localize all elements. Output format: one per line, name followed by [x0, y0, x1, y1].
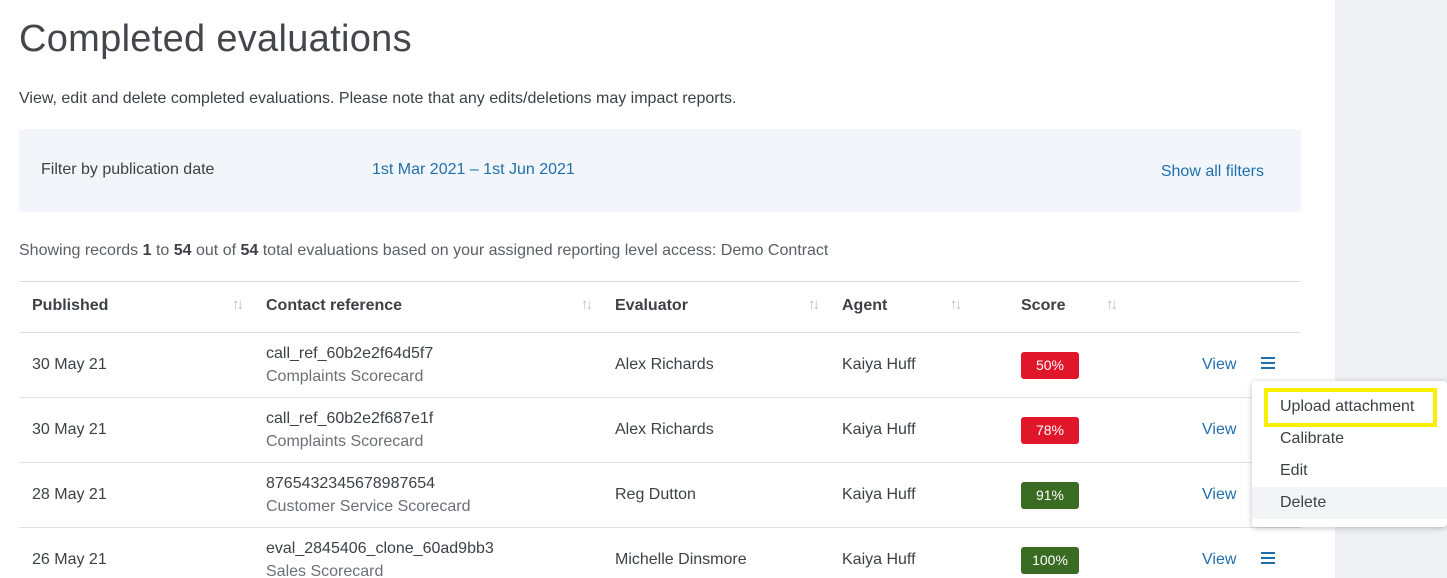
evaluator-name: Alex Richards — [615, 421, 714, 438]
menu-item-upload-attachment[interactable]: Upload attachment — [1252, 391, 1447, 423]
date-range-link[interactable]: 1st Mar 2021 – 1st Jun 2021 — [372, 161, 575, 179]
published-date: 30 May 21 — [32, 356, 107, 373]
sort-contact-reference-icon[interactable]: ↑↓ — [581, 296, 593, 313]
contact-reference: eval_2845406_clone_60ad9bb3 — [266, 540, 494, 557]
agent-name: Kaiya Huff — [842, 421, 916, 438]
page-title: Completed evaluations — [19, 18, 412, 60]
table-row: 30 May 21 call_ref_60b2e2f687e1f Complai… — [19, 398, 1301, 463]
scorecard-name: Customer Service Scorecard — [266, 498, 471, 515]
show-all-filters-link[interactable]: Show all filters — [1161, 163, 1264, 181]
score-badge: 50% — [1021, 352, 1079, 379]
menu-item-delete[interactable]: Delete — [1252, 487, 1447, 519]
column-evaluator[interactable]: Evaluator — [615, 297, 688, 315]
evaluator-name: Michelle Dinsmore — [615, 551, 747, 568]
agent-name: Kaiya Huff — [842, 551, 916, 568]
records-out-of-word: out of — [191, 242, 241, 259]
score-badge: 100% — [1021, 547, 1079, 574]
table-row: 30 May 21 call_ref_60b2e2f64d5f7 Complai… — [19, 333, 1301, 398]
column-agent[interactable]: Agent — [842, 297, 887, 315]
view-link[interactable]: View — [1202, 421, 1236, 439]
published-date: 28 May 21 — [32, 486, 107, 503]
scorecard-name: Complaints Scorecard — [266, 368, 424, 385]
records-from: 1 — [142, 242, 152, 259]
evaluator-name: Alex Richards — [615, 356, 714, 373]
sort-published-icon[interactable]: ↑↓ — [232, 296, 244, 313]
records-total: 54 — [240, 242, 259, 259]
sort-agent-icon[interactable]: ↑↓ — [950, 296, 962, 313]
menu-item-edit[interactable]: Edit — [1252, 455, 1447, 487]
view-link[interactable]: View — [1202, 356, 1236, 374]
scorecard-name: Sales Scorecard — [266, 563, 384, 578]
agent-name: Kaiya Huff — [842, 486, 916, 503]
records-to-word: to — [151, 242, 174, 259]
contact-reference: call_ref_60b2e2f687e1f — [266, 410, 434, 427]
filter-label: Filter by publication date — [41, 161, 215, 178]
records-prefix: Showing records — [19, 242, 143, 259]
published-date: 26 May 21 — [32, 551, 107, 568]
table-header: Published ↑↓ Contact reference ↑↓ Evalua… — [19, 281, 1301, 333]
view-link[interactable]: View — [1202, 486, 1236, 504]
filter-bar: Filter by publication date 1st Mar 2021 … — [19, 129, 1301, 212]
column-published[interactable]: Published — [32, 297, 108, 315]
records-suffix: total evaluations based on your assigned… — [258, 242, 829, 259]
score-badge: 91% — [1021, 482, 1079, 509]
records-to: 54 — [173, 242, 192, 259]
menu-item-calibrate[interactable]: Calibrate — [1252, 423, 1447, 455]
column-contact-reference[interactable]: Contact reference — [266, 297, 402, 315]
column-score[interactable]: Score — [1021, 297, 1065, 315]
contact-reference: 8765432345678987654 — [266, 475, 436, 492]
contact-reference: call_ref_60b2e2f64d5f7 — [266, 345, 434, 362]
table-row: 28 May 21 8765432345678987654 Customer S… — [19, 463, 1301, 528]
records-summary: Showing records 1 to 54 out of 54 total … — [19, 242, 828, 260]
agent-name: Kaiya Huff — [842, 356, 916, 373]
scorecard-name: Complaints Scorecard — [266, 433, 424, 450]
view-link[interactable]: View — [1202, 551, 1236, 569]
row-actions-menu: Upload attachment Calibrate Edit Delete — [1252, 381, 1447, 527]
sort-evaluator-icon[interactable]: ↑↓ — [808, 296, 820, 313]
score-badge: 78% — [1021, 417, 1079, 444]
evaluator-name: Reg Dutton — [615, 486, 696, 503]
row-menu-icon[interactable] — [1261, 357, 1275, 371]
published-date: 30 May 21 — [32, 421, 107, 438]
table-row: 26 May 21 eval_2845406_clone_60ad9bb3 Sa… — [19, 528, 1301, 578]
evaluations-table: Published ↑↓ Contact reference ↑↓ Evalua… — [19, 281, 1301, 578]
sort-score-icon[interactable]: ↑↓ — [1106, 296, 1118, 313]
page-intro: View, edit and delete completed evaluati… — [19, 90, 737, 107]
row-menu-icon[interactable] — [1261, 552, 1275, 566]
